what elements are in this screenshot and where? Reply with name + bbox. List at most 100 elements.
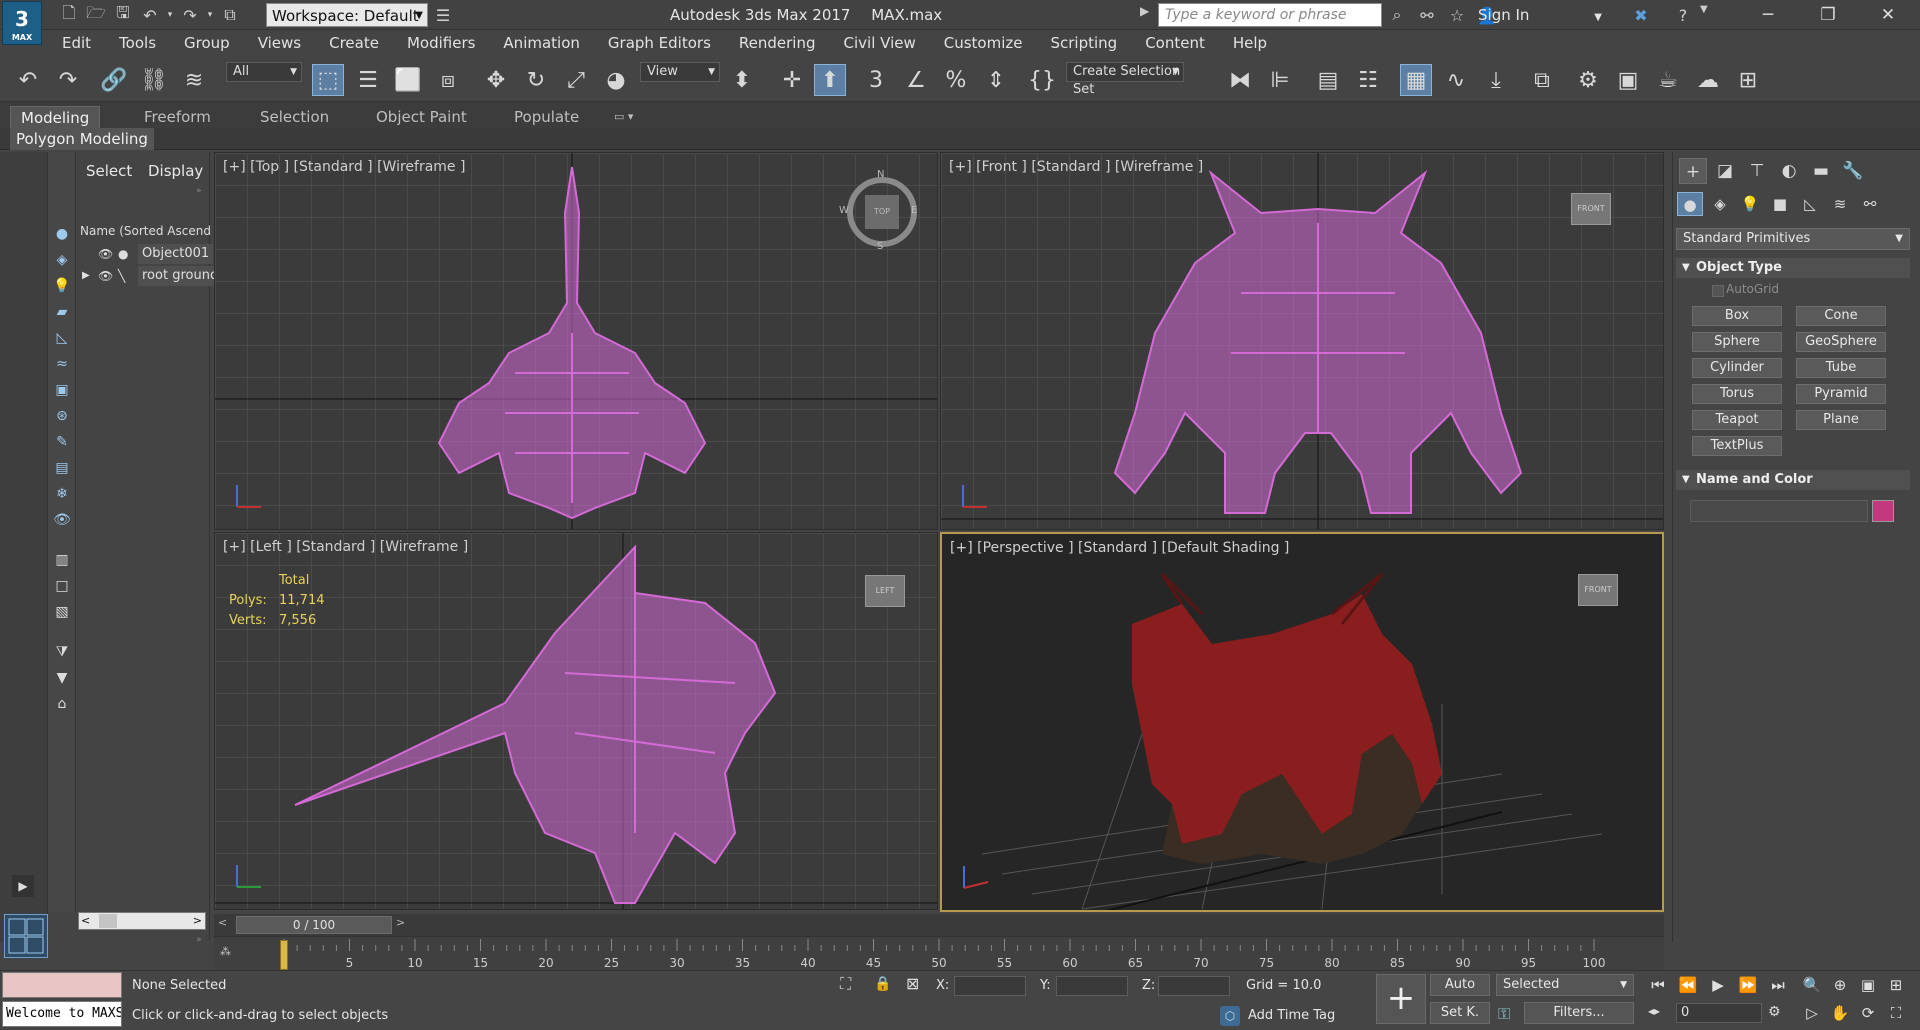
restore-icon[interactable]: ❐ (1800, 0, 1856, 30)
layer-explorer-icon[interactable]: ☷ (1352, 64, 1384, 96)
space-warps-category-icon[interactable]: ≋ (1827, 192, 1853, 216)
current-frame-marker[interactable] (280, 940, 288, 970)
explorer-column-header[interactable]: Name (Sorted Ascending) (76, 222, 210, 240)
move-icon[interactable]: ✥ (480, 64, 512, 96)
viewport-label[interactable]: [+] [Top ] [Standard ] [Wireframe ] (223, 159, 465, 175)
menu-create[interactable]: Create (315, 30, 393, 56)
display-groups-icon[interactable]: ▣ (52, 380, 72, 400)
isolate-selection-icon[interactable]: ⛶ (840, 974, 851, 994)
time-configuration-icon[interactable]: ⚙ (1768, 1004, 1781, 1020)
app-logo-button[interactable]: 3 MAX (2, 1, 42, 45)
filters-button[interactable]: Filters... (1524, 1002, 1634, 1024)
hierarchy-panel-icon[interactable]: ⊤ (1743, 158, 1771, 184)
next-frame-icon[interactable]: ⏩ (1736, 974, 1760, 996)
render-setup-icon[interactable]: ⚙ (1572, 64, 1604, 96)
zoom-extents-all-icon[interactable]: ⊞ (1884, 974, 1908, 996)
keyboard-shortcut-override-icon[interactable]: ⬆ (814, 64, 846, 96)
cameras-category-icon[interactable]: ■ (1767, 192, 1793, 216)
select-object-icon[interactable]: ⬚ (312, 64, 344, 96)
viewport-top[interactable]: [+] [Top ] [Standard ] [Wireframe ] TOP … (214, 152, 938, 530)
textplus-button[interactable]: TextPlus (1692, 436, 1782, 456)
layer-icon[interactable]: ⌂ (52, 694, 72, 714)
select-by-name-icon[interactable]: ☰ (352, 64, 384, 96)
toggle-ribbon-icon[interactable]: ▦ (1400, 64, 1432, 96)
time-prev-icon[interactable]: < (218, 916, 227, 929)
object-name-input[interactable] (1690, 500, 1868, 522)
zoom-all-icon[interactable]: ⊕ (1828, 974, 1852, 996)
viewport-label[interactable]: [+] [Left ] [Standard ] [Wireframe ] (223, 539, 468, 555)
list-item[interactable]: 👁 ● Object001 (80, 244, 214, 264)
menu-tools[interactable]: Tools (105, 30, 170, 56)
y-coordinate-input[interactable] (1056, 976, 1128, 996)
viewport-layout-button[interactable] (4, 914, 48, 958)
display-panel-icon[interactable]: ▬ (1807, 158, 1835, 184)
angle-snap-icon[interactable]: ∠ (900, 64, 932, 96)
scale-icon[interactable]: ⤢ (560, 64, 592, 96)
zoom-extents-icon[interactable]: ▣ (1856, 974, 1880, 996)
workspace-select[interactable]: Workspace: Default ▼ (266, 3, 428, 27)
display-helpers-icon[interactable]: ◺ (52, 328, 72, 348)
search-input[interactable]: Type a keyword or phrase (1158, 3, 1382, 27)
maximize-viewport-icon[interactable]: ⛶ (1884, 1002, 1908, 1024)
viewport-label[interactable]: [+] [Perspective ] [Standard ] [Default … (950, 540, 1289, 556)
menu-graph-editors[interactable]: Graph Editors (594, 30, 725, 56)
absolute-mode-icon[interactable]: ⊠ (906, 974, 919, 993)
ribbon-options-icon[interactable]: ▭ ▾ (604, 106, 643, 128)
undo-icon[interactable]: ↶ (137, 2, 163, 28)
help-icon[interactable]: ? (1670, 2, 1696, 28)
display-invert-icon[interactable]: ▧ (52, 602, 72, 622)
maxscript-listener-input[interactable] (2, 972, 122, 998)
add-time-tag[interactable]: Add Time Tag (1248, 1008, 1335, 1023)
explorer-tab-select[interactable]: Select (86, 162, 132, 180)
snaps-toggle-icon[interactable]: 3 (860, 64, 892, 96)
viewport-front[interactable]: [+] [Front ] [Standard ] [Wireframe ] FR… (940, 152, 1664, 530)
explorer-horizontal-scrollbar[interactable]: < > (78, 912, 206, 930)
viewcube[interactable]: FRONT (1571, 193, 1611, 225)
render-production-icon[interactable]: ☕ (1652, 64, 1684, 96)
scroll-thumb[interactable] (99, 914, 117, 928)
tube-button[interactable]: Tube (1796, 358, 1886, 378)
open-file-icon[interactable]: 🗁 (83, 2, 109, 28)
menu-rendering[interactable]: Rendering (725, 30, 830, 56)
menu-edit[interactable]: Edit (48, 30, 105, 56)
select-manipulate-icon[interactable]: ✛ (776, 64, 808, 96)
object-type-rollout[interactable]: ▼ Object Type (1676, 258, 1910, 278)
display-none-icon[interactable]: □ (52, 576, 72, 596)
scroll-left-icon[interactable]: < (81, 913, 90, 929)
schematic-view-icon[interactable]: ⧉ (1526, 64, 1558, 96)
undo-dropdown-icon[interactable]: ▾ (164, 2, 176, 28)
reference-coordinate-select[interactable]: View ▼ (640, 62, 720, 82)
geosphere-button[interactable]: GeoSphere (1796, 332, 1886, 352)
viewcube[interactable]: FRONT (1578, 574, 1618, 606)
modify-panel-icon[interactable]: ◪ (1711, 158, 1739, 184)
torus-button[interactable]: Torus (1692, 384, 1782, 404)
redo-icon[interactable]: ↷ (52, 64, 84, 96)
current-frame-input[interactable]: 0 (1676, 1003, 1762, 1023)
lights-category-icon[interactable]: 💡 (1737, 192, 1763, 216)
unlink-icon[interactable]: ⛓ (138, 64, 170, 96)
key-mode-select[interactable]: Selected ▼ (1496, 974, 1634, 996)
create-panel-icon[interactable]: + (1679, 158, 1707, 184)
motion-panel-icon[interactable]: ◐ (1775, 158, 1803, 184)
track-bar[interactable]: ⁂ 05101520253035404550556065707580859095… (214, 936, 1664, 970)
shapes-category-icon[interactable]: ◈ (1707, 192, 1733, 216)
viewport-left[interactable]: [+] [Left ] [Standard ] [Wireframe ] Tot… (214, 532, 938, 910)
explorer-resize-icon[interactable]: » (196, 935, 202, 945)
key-mode-toggle-icon[interactable]: ◂▸ (1648, 1004, 1660, 1018)
menu-help[interactable]: Help (1219, 30, 1281, 56)
binoculars-icon[interactable]: ⌕ (1384, 2, 1410, 28)
auto-key-button[interactable]: Auto (1430, 974, 1490, 996)
viewport-label[interactable]: [+] [Front ] [Standard ] [Wireframe ] (949, 159, 1203, 175)
display-frozen-icon[interactable]: ❄ (52, 484, 72, 504)
object-color-swatch[interactable] (1872, 500, 1894, 522)
display-xrefs-icon[interactable]: ⊛ (52, 406, 72, 426)
close-icon[interactable]: ✕ (1860, 0, 1916, 30)
key-filters-icon[interactable]: ⚿ (1498, 1004, 1510, 1024)
undo-icon[interactable]: ↶ (12, 64, 44, 96)
display-containers-icon[interactable]: ▤ (52, 458, 72, 478)
display-space-warps-icon[interactable]: ≈ (52, 354, 72, 374)
menu-animation[interactable]: Animation (489, 30, 593, 56)
render-cloud-icon[interactable]: ⊞ (1732, 64, 1764, 96)
align-icon[interactable]: ⊫ (1264, 64, 1296, 96)
redo-dropdown-icon[interactable]: ▾ (204, 2, 216, 28)
